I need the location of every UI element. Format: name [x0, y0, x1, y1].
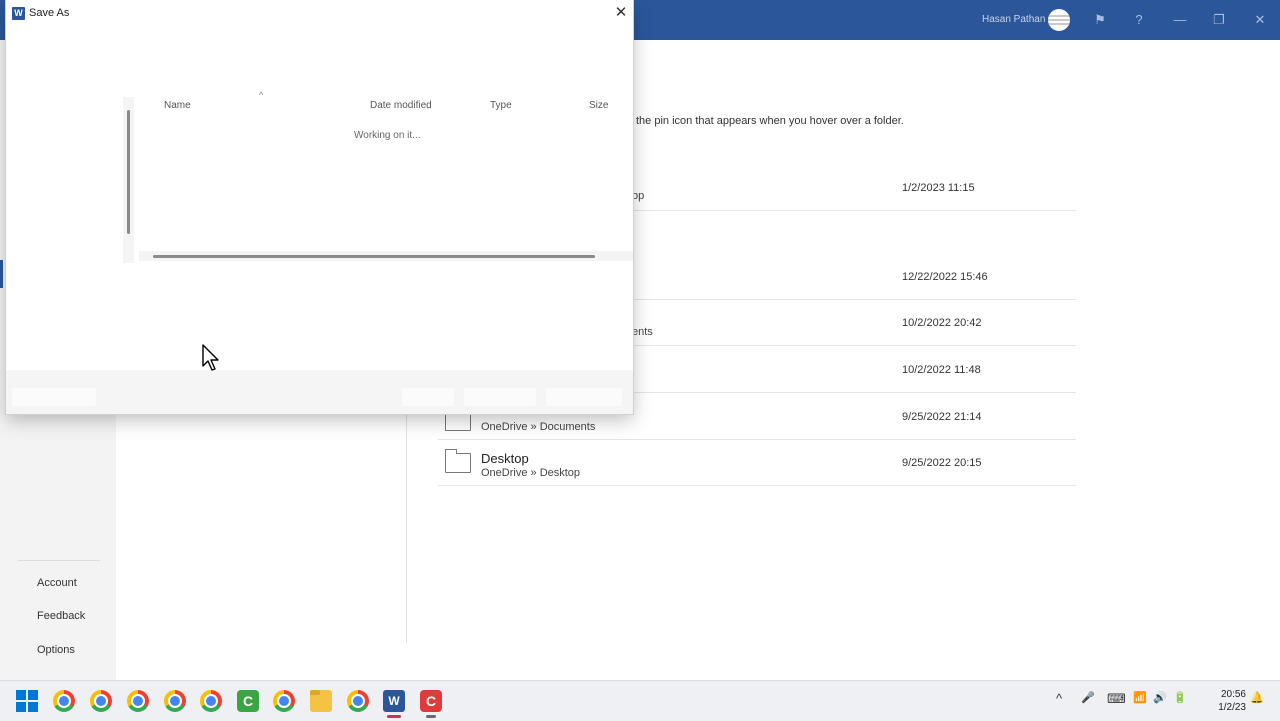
- backstage-nav-account[interactable]: Account: [37, 577, 77, 589]
- help-icon[interactable]: ?: [1129, 10, 1149, 30]
- feedback-icon[interactable]: ⚑: [1090, 10, 1110, 30]
- restore-button[interactable]: ❐: [1209, 10, 1229, 30]
- windows-taskbar: C W C ^ 🎤 ⌨ 📶 🔊 🔋 20:56 1/2/23 🔔: [0, 680, 1280, 721]
- account-avatar[interactable]: [1048, 9, 1070, 31]
- keyboard-icon[interactable]: ⌨: [1107, 691, 1126, 707]
- recent-folder-path: op: [632, 190, 645, 202]
- folder-icon[interactable]: [310, 690, 332, 712]
- windows-logo-icon[interactable]: [16, 690, 38, 712]
- recent-folder-path: OneDrive » Desktop: [481, 467, 581, 479]
- chrome-icon[interactable]: [200, 690, 222, 712]
- recent-folder-row[interactable]: Desktop OneDrive » Desktop 9/25/2022 20:…: [438, 439, 1076, 486]
- recent-folder-date: 1/2/2023 11:15: [902, 182, 975, 194]
- battery-icon[interactable]: 🔋: [1173, 691, 1187, 704]
- clock-date: 1/2/23: [1218, 702, 1246, 713]
- save-button-placeholder[interactable]: [464, 388, 536, 406]
- wifi-icon[interactable]: 📶: [1133, 691, 1147, 704]
- clock-time: 20:56: [1220, 689, 1246, 700]
- column-header-type[interactable]: Type: [490, 100, 512, 111]
- notification-icon[interactable]: 🔔: [1250, 691, 1264, 704]
- taskbar-clock[interactable]: 20:56 1/2/23: [1208, 688, 1246, 714]
- pin-folder-hint: the pin icon that appears when you hover…: [636, 115, 904, 127]
- word-active-indicator: [387, 715, 401, 718]
- backstage-nav-options[interactable]: Options: [37, 644, 75, 656]
- mouse-pointer-icon: [202, 344, 219, 371]
- recent-folder-date: 10/2/2022 20:42: [902, 317, 982, 329]
- recent-folder-date: 12/22/2022 15:46: [902, 271, 988, 283]
- dialog-close-button[interactable]: ✕: [610, 2, 632, 24]
- camtasia-red-icon[interactable]: C: [420, 690, 442, 712]
- recent-folder-path: OneDrive » Documents: [481, 421, 596, 433]
- dialog-footer: [6, 370, 633, 414]
- horizontal-scrollbar-thumb[interactable]: [153, 255, 595, 258]
- recent-folder-date: 9/25/2022 21:14: [902, 411, 982, 423]
- recent-folder-date: 10/2/2022 11:48: [902, 364, 981, 376]
- camtasia-running-indicator: [426, 715, 436, 718]
- camtasia-green-icon[interactable]: C: [237, 690, 259, 712]
- word-app-icon: W: [12, 7, 25, 20]
- backstage-selected-indicator: [0, 260, 3, 288]
- save-as-dialog: W Save As ✕ ^ Name Date modified Type Si…: [6, 0, 633, 414]
- vertical-scrollbar-thumb[interactable]: [127, 110, 130, 234]
- chrome-icon[interactable]: [53, 690, 75, 712]
- minimize-button[interactable]: —: [1170, 10, 1190, 30]
- close-window-button[interactable]: ✕: [1250, 10, 1270, 30]
- backstage-nav-divider: [18, 560, 100, 561]
- tools-button-placeholder[interactable]: [402, 388, 454, 406]
- tray-chevron-icon[interactable]: ^: [1056, 691, 1062, 706]
- backstage-content-divider: [406, 415, 407, 643]
- chrome-icon[interactable]: [90, 690, 112, 712]
- folder-icon: [445, 407, 471, 431]
- cancel-button-placeholder[interactable]: [546, 388, 622, 406]
- sort-ascending-icon: ^: [259, 90, 264, 100]
- folder-icon: [445, 449, 471, 473]
- dialog-title: Save As: [29, 7, 70, 19]
- account-user-name[interactable]: Hasan Pathan: [982, 14, 1045, 25]
- microphone-icon[interactable]: 🎤: [1081, 691, 1095, 704]
- word-icon[interactable]: W: [383, 690, 405, 712]
- backstage-nav-feedback[interactable]: Feedback: [37, 610, 85, 622]
- chrome-icon[interactable]: [164, 690, 186, 712]
- column-header-date-modified[interactable]: Date modified: [370, 100, 432, 111]
- chrome-icon[interactable]: [347, 690, 369, 712]
- column-header-size[interactable]: Size: [589, 100, 608, 111]
- chrome-icon[interactable]: [127, 690, 149, 712]
- recent-folder-name: Desktop: [481, 451, 529, 466]
- chrome-icon[interactable]: [273, 690, 295, 712]
- recent-folder-path: ents: [632, 326, 653, 338]
- hide-folders-placeholder[interactable]: [12, 388, 96, 406]
- column-header-name[interactable]: Name: [164, 100, 191, 111]
- recent-folder-date: 9/25/2022 20:15: [902, 457, 982, 469]
- volume-icon[interactable]: 🔊: [1153, 691, 1167, 704]
- loading-status-text: Working on it...: [354, 130, 421, 141]
